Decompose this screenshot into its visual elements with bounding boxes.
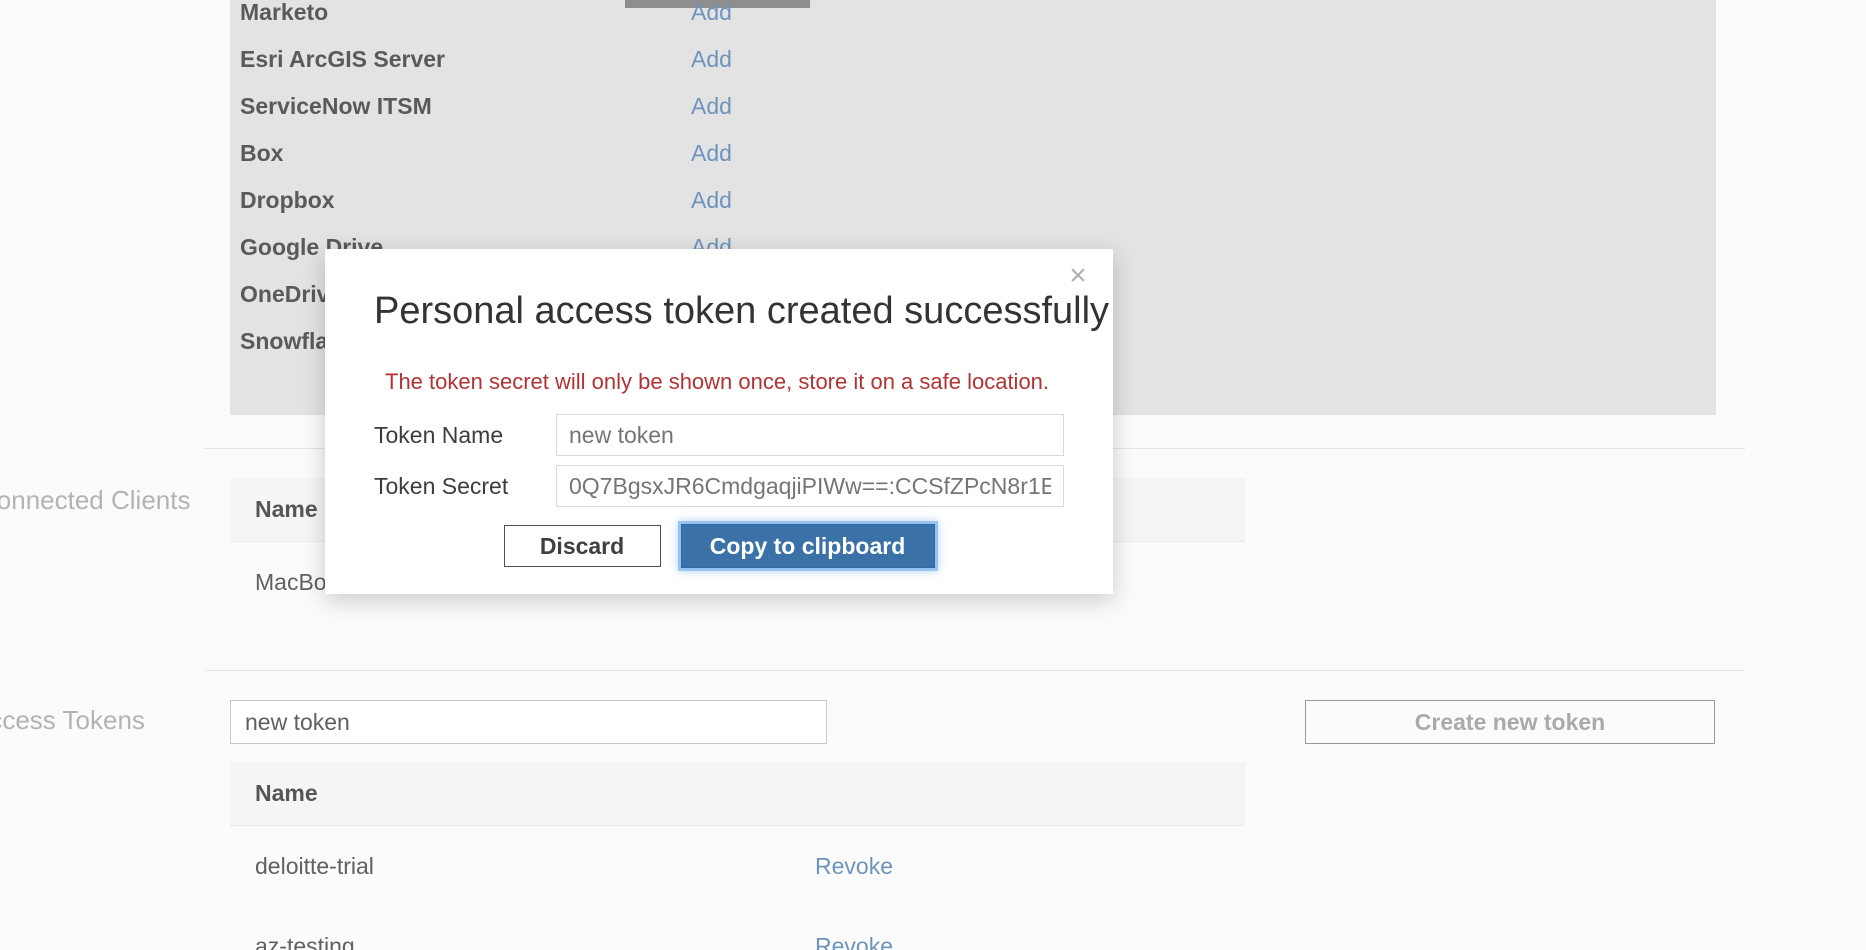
access-tokens-label: Access Tokens: [0, 705, 145, 735]
connector-add-link[interactable]: Add: [691, 0, 732, 26]
connector-add-link[interactable]: Add: [691, 187, 732, 214]
table-row: deloitte-trial Revoke: [230, 826, 1245, 906]
access-tokens-table: Name deloitte-trial Revoke az-testing Re…: [230, 762, 1245, 950]
column-header-name: Name: [255, 780, 318, 806]
revoke-link[interactable]: Revoke: [815, 933, 893, 950]
token-name: deloitte-trial: [255, 852, 374, 879]
app-root: Marketo Add Esri ArcGIS Server Add Servi…: [0, 0, 1866, 950]
column-header-name: Name: [255, 496, 318, 522]
connector-name: Marketo: [240, 0, 329, 25]
connector-add-link[interactable]: Add: [691, 140, 732, 167]
token-name-field-row: Token Name: [374, 414, 1064, 456]
connector-name: Esri ArcGIS Server: [240, 45, 445, 72]
revoke-link[interactable]: Revoke: [815, 853, 893, 880]
token-secret-field-row: Token Secret: [374, 465, 1064, 507]
token-name-label: Token Name: [374, 421, 504, 448]
modal-warning-text: The token secret will only be shown once…: [385, 369, 1050, 394]
token-name: az-testing: [255, 932, 355, 950]
modal-actions: Discard Copy to clipboard: [325, 524, 1113, 568]
discard-button[interactable]: Discard: [503, 525, 661, 567]
connected-clients-label: Connected Clients: [0, 485, 191, 515]
connector-add-link[interactable]: Add: [691, 46, 732, 73]
token-secret-input[interactable]: [556, 465, 1064, 507]
modal-title: Personal access token created successful…: [374, 290, 1110, 332]
token-secret-label: Token Secret: [374, 472, 509, 499]
connector-name: Dropbox: [240, 186, 335, 213]
connector-add-link[interactable]: Add: [691, 93, 732, 120]
section-divider: [205, 670, 1745, 671]
connector-name: Box: [240, 139, 284, 166]
table-row: az-testing Revoke: [230, 906, 1245, 950]
create-new-token-button[interactable]: Create new token: [1305, 700, 1715, 744]
connector-name: ServiceNow ITSM: [240, 92, 432, 119]
table-header-row: Name: [230, 762, 1245, 826]
token-name-input[interactable]: [556, 414, 1064, 456]
copy-to-clipboard-button[interactable]: Copy to clipboard: [680, 524, 935, 568]
token-created-modal: × Personal access token created successf…: [325, 249, 1113, 594]
new-token-name-input[interactable]: [230, 700, 827, 744]
